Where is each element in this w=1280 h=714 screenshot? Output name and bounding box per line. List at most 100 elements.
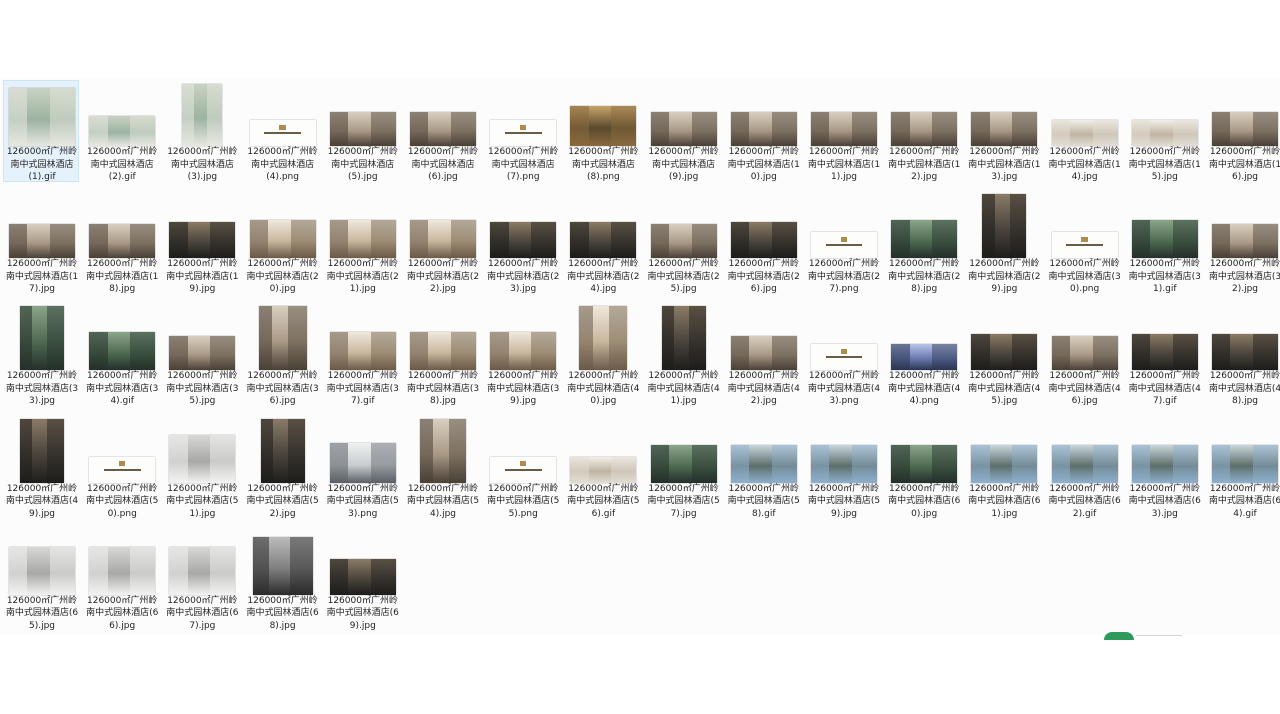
file-item[interactable]: 126000㎡广州岭南中式园林酒店(46).jpg xyxy=(1046,304,1122,406)
file-item[interactable]: 126000㎡广州岭南中式园林酒店(5).jpg xyxy=(324,80,400,182)
file-item[interactable]: 126000㎡广州岭南中式园林酒店(50).png xyxy=(83,417,159,519)
file-item[interactable]: 126000㎡广州岭南中式园林酒店(42).jpg xyxy=(725,304,801,406)
file-name-label: 126000㎡广州岭南中式园林酒店(12).jpg xyxy=(888,147,961,182)
file-item[interactable]: 126000㎡广州岭南中式园林酒店(51).jpg xyxy=(163,417,239,519)
file-item[interactable]: 126000㎡广州岭南中式园林酒店(54).jpg xyxy=(404,417,480,519)
file-item[interactable]: 126000㎡广州岭南中式园林酒店(19).jpg xyxy=(163,192,239,294)
file-item[interactable]: 126000㎡广州岭南中式园林酒店(13).jpg xyxy=(965,80,1041,182)
file-item[interactable]: 126000㎡广州岭南中式园林酒店(67).jpg xyxy=(163,529,239,631)
file-item[interactable]: 126000㎡广州岭南中式园林酒店(34).gif xyxy=(83,304,159,406)
thumb-highlight xyxy=(210,546,236,595)
card-logo-mark xyxy=(279,124,286,130)
file-item[interactable]: 126000㎡广州岭南中式园林酒店(6).jpg xyxy=(404,80,480,182)
file-item[interactable]: 126000㎡广州岭南中式园林酒店(32).jpg xyxy=(1206,192,1280,294)
file-name-label: 126000㎡广州岭南中式园林酒店(49).jpg xyxy=(5,483,79,519)
thumb-shade xyxy=(89,224,108,259)
file-item[interactable]: 126000㎡广州岭南中式园林酒店(1).gif xyxy=(3,80,79,182)
file-item[interactable]: 126000㎡广州岭南中式园林酒店(49).jpg xyxy=(3,417,79,519)
file-item[interactable]: 126000㎡广州岭南中式园林酒店(35).jpg xyxy=(163,304,239,406)
file-item[interactable]: 126000㎡广州岭南中式园林酒店(69).jpg xyxy=(324,529,400,631)
file-item[interactable]: 126000㎡广州岭南中式园林酒店(41).jpg xyxy=(645,304,721,406)
file-item[interactable]: 126000㎡广州岭南中式园林酒店(38).jpg xyxy=(404,304,480,406)
file-item[interactable]: 126000㎡广州岭南中式园林酒店(45).jpg xyxy=(965,304,1041,406)
image-thumbnail xyxy=(249,220,316,259)
file-item[interactable]: 126000㎡广州岭南中式园林酒店(25).jpg xyxy=(645,192,721,294)
thumb-shade xyxy=(249,220,269,259)
thumb-shade xyxy=(89,546,108,595)
file-item[interactable]: 126000㎡广州岭南中式园林酒店(21).jpg xyxy=(324,192,400,294)
thumbnail-frame xyxy=(245,306,321,371)
file-item[interactable]: 126000㎡广州岭南中式园林酒店(8).png xyxy=(564,80,640,182)
file-item[interactable]: 126000㎡广州岭南中式园林酒店(11).jpg xyxy=(805,80,881,182)
thumb-highlight xyxy=(932,220,958,259)
thumb-shade xyxy=(730,336,750,371)
file-item[interactable]: 126000㎡广州岭南中式园林酒店(15).jpg xyxy=(1126,80,1202,182)
thumb-highlight xyxy=(611,106,637,146)
thumb-highlight xyxy=(450,220,476,259)
file-item[interactable]: 126000㎡广州岭南中式园林酒店(18).jpg xyxy=(83,192,159,294)
file-item[interactable]: 126000㎡广州岭南中式园林酒店(64).gif xyxy=(1206,417,1280,519)
file-item[interactable]: 126000㎡广州岭南中式园林酒店(48).jpg xyxy=(1206,304,1280,406)
file-item[interactable]: 126000㎡广州岭南中式园林酒店(65).jpg xyxy=(3,529,79,631)
file-item[interactable]: 126000㎡广州岭南中式园林酒店(3).jpg xyxy=(163,80,239,182)
file-item[interactable]: 126000㎡广州岭南中式园林酒店(17).jpg xyxy=(3,192,79,294)
file-item[interactable]: 126000㎡广州岭南中式园林酒店(55).png xyxy=(484,417,560,519)
file-item[interactable]: 126000㎡广州岭南中式园林酒店(26).jpg xyxy=(725,192,801,294)
file-item[interactable]: 126000㎡广州岭南中式园林酒店(12).jpg xyxy=(885,80,961,182)
image-thumbnail xyxy=(579,306,628,371)
file-item[interactable]: 126000㎡广州岭南中式园林酒店(29).jpg xyxy=(965,192,1041,294)
thumb-shade xyxy=(329,112,349,146)
file-item[interactable]: 126000㎡广州岭南中式园林酒店(24).jpg xyxy=(564,192,640,294)
file-item[interactable]: 126000㎡广州岭南中式园林酒店(22).jpg xyxy=(404,192,480,294)
file-item[interactable]: 126000㎡广州岭南中式园林酒店(58).gif xyxy=(725,417,801,519)
image-thumbnail xyxy=(650,112,717,146)
file-item[interactable]: 126000㎡广州岭南中式园林酒店(39).jpg xyxy=(484,304,560,406)
thumbnail-frame xyxy=(886,194,962,259)
file-item[interactable]: 126000㎡广州岭南中式园林酒店(52).jpg xyxy=(244,417,320,519)
thumb-shade xyxy=(730,222,750,259)
file-item[interactable]: 126000㎡广州岭南中式园林酒店(23).jpg xyxy=(484,192,560,294)
file-item[interactable]: 126000㎡广州岭南中式园林酒店(2).gif xyxy=(83,80,159,182)
file-item[interactable]: 126000㎡广州岭南中式园林酒店(61).jpg xyxy=(965,417,1041,519)
file-name-label: 126000㎡广州岭南中式园林酒店(39).jpg xyxy=(487,371,560,407)
file-item[interactable]: 126000㎡广州岭南中式园林酒店(16).jpg xyxy=(1206,80,1280,182)
file-item[interactable]: 126000㎡广州岭南中式园林酒店(59).jpg xyxy=(805,417,881,519)
file-name-label: 126000㎡广州岭南中式园林酒店(47).gif xyxy=(1128,371,1201,407)
thumbnail-frame xyxy=(4,194,80,259)
file-item[interactable]: 126000㎡广州岭南中式园林酒店(20).jpg xyxy=(244,192,320,294)
file-item[interactable]: 126000㎡广州岭南中式园林酒店(9).jpg xyxy=(645,80,721,182)
file-item[interactable]: 126000㎡广州岭南中式园林酒店(37).gif xyxy=(324,304,400,406)
file-item[interactable]: 126000㎡广州岭南中式园林酒店(66).jpg xyxy=(83,529,159,631)
file-name-label: 126000㎡广州岭南中式园林酒店(2).gif xyxy=(87,147,158,182)
card-title-line xyxy=(504,468,542,471)
file-item[interactable]: 126000㎡广州岭南中式园林酒店(56).gif xyxy=(564,417,640,519)
file-item[interactable]: 126000㎡广州岭南中式园林酒店(63).jpg xyxy=(1126,417,1202,519)
thumb-shade xyxy=(169,434,188,483)
file-item[interactable]: 126000㎡广州岭南中式园林酒店(10).jpg xyxy=(725,80,801,182)
file-item[interactable]: 126000㎡广州岭南中式园林酒店(57).jpg xyxy=(645,417,721,519)
file-item[interactable]: 126000㎡广州岭南中式园林酒店(4).png xyxy=(244,80,320,182)
file-item[interactable]: 126000㎡广州岭南中式园林酒店(28).jpg xyxy=(885,192,961,294)
file-item[interactable]: 126000㎡广州岭南中式园林酒店(68).jpg xyxy=(244,529,320,631)
image-thumbnail xyxy=(971,112,1038,146)
file-item[interactable]: 126000㎡广州岭南中式园林酒店(44).png xyxy=(885,304,961,406)
file-item[interactable]: 126000㎡广州岭南中式园林酒店(53).png xyxy=(324,417,400,519)
file-item[interactable]: 126000㎡广州岭南中式园林酒店(14).jpg xyxy=(1046,80,1122,182)
file-item[interactable]: 126000㎡广州岭南中式园林酒店(27).png xyxy=(805,192,881,294)
file-item[interactable]: 126000㎡广州岭南中式园林酒店(31).gif xyxy=(1126,192,1202,294)
thumb-highlight xyxy=(1252,334,1278,371)
file-item[interactable]: 126000㎡广州岭南中式园林酒店(36).jpg xyxy=(244,304,320,406)
thumb-shade xyxy=(811,112,830,146)
file-item[interactable]: 126000㎡广州岭南中式园林酒店(40).jpg xyxy=(564,304,640,406)
file-item[interactable]: 126000㎡广州岭南中式园林酒店(7).png xyxy=(484,80,560,182)
thumbnail-frame xyxy=(84,194,160,259)
file-item[interactable]: 126000㎡广州岭南中式园林酒店(47).gif xyxy=(1126,304,1202,406)
file-item[interactable]: 126000㎡广州岭南中式园林酒店(33).jpg xyxy=(3,304,79,406)
image-thumbnail xyxy=(1131,334,1198,371)
thumbnail-frame xyxy=(1207,194,1280,259)
file-item[interactable]: 126000㎡广州岭南中式园林酒店(43).png xyxy=(805,304,881,406)
file-item[interactable]: 126000㎡广州岭南中式园林酒店(30).png xyxy=(1046,192,1122,294)
file-item[interactable]: 126000㎡广州岭南中式园林酒店(62).gif xyxy=(1046,417,1122,519)
file-item[interactable]: 126000㎡广州岭南中式园林酒店(60).jpg xyxy=(885,417,961,519)
thumb-highlight xyxy=(1012,444,1038,483)
